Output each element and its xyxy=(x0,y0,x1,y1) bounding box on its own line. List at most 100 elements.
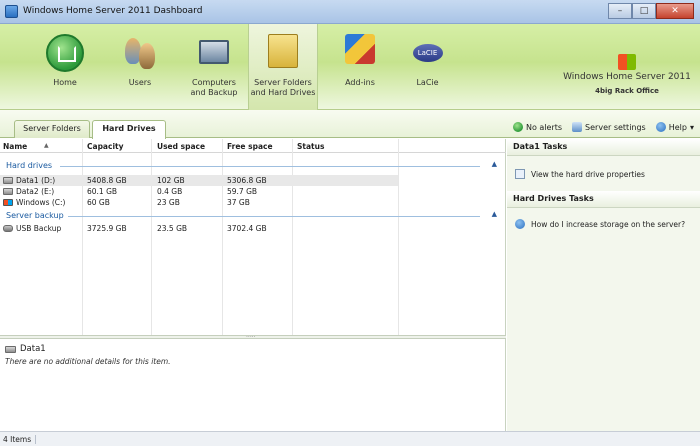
nav-home[interactable]: Home xyxy=(30,24,100,110)
home-icon xyxy=(46,34,84,72)
row-name: Data2 (E:) xyxy=(16,187,55,196)
nav-lacie[interactable]: LaCIE LaCie xyxy=(395,24,460,110)
table-row[interactable]: Data1 (D:) 5408.8 GB 102 GB 5306.8 GB xyxy=(0,175,398,186)
table-row[interactable]: Windows (C:) 60 GB 23 GB 37 GB xyxy=(0,197,398,208)
hard-drive-icon xyxy=(3,177,13,184)
nav-server-folders-hard-drives[interactable]: Server Folders and Hard Drives xyxy=(248,24,318,110)
row-capacity: 60.1 GB xyxy=(87,187,118,196)
column-free-space[interactable]: Free space xyxy=(227,142,273,151)
check-icon xyxy=(512,122,523,132)
details-message: There are no additional details for this… xyxy=(5,357,171,366)
row-name: Data1 (D:) xyxy=(16,176,56,185)
column-name[interactable]: Name xyxy=(3,142,27,151)
row-capacity: 60 GB xyxy=(87,198,110,207)
status-bar: 4 Items xyxy=(0,431,700,446)
nav-users-label: Users xyxy=(128,78,152,87)
folders-icon xyxy=(268,34,298,68)
help-icon xyxy=(655,122,666,132)
tab-server-folders[interactable]: Server Folders xyxy=(14,120,90,138)
row-name: Windows (C:) xyxy=(16,198,66,207)
table-row[interactable]: Data2 (E:) 60.1 GB 0.4 GB 59.7 GB xyxy=(0,186,398,197)
details-pane: Data1 There are no additional details fo… xyxy=(0,339,506,431)
row-capacity: 5408.8 GB xyxy=(87,176,127,185)
launchpad-nav: Home Users Computers and Backup Server F… xyxy=(0,24,700,110)
item-count: 4 Items xyxy=(3,435,37,444)
minimize-button[interactable]: – xyxy=(608,3,632,19)
table-row[interactable]: USB Backup 3725.9 GB 23.5 GB 3702.4 GB xyxy=(0,223,398,234)
task-increase-storage-label: How do I increase storage on the server? xyxy=(531,219,686,229)
row-used-space: 102 GB xyxy=(157,176,185,185)
help-icon xyxy=(515,219,525,229)
alerts-label: No alerts xyxy=(525,122,563,132)
nav-addins-label: Add-ins xyxy=(345,78,375,87)
group-header-hard-drives[interactable]: Hard drives xyxy=(6,161,52,170)
alerts-link[interactable]: No alerts xyxy=(512,122,563,132)
window-controls: – □ ✕ xyxy=(608,3,694,19)
column-divider xyxy=(151,139,152,335)
computer-icon xyxy=(199,40,229,64)
global-tasks-header: Hard Drives Tasks xyxy=(507,191,700,208)
help-label: Help xyxy=(668,122,687,132)
brand-subtitle: 4big Rack Office xyxy=(595,87,659,95)
tab-row: Server Folders Hard Drives No alerts Ser… xyxy=(0,110,700,139)
window-title-bar: Windows Home Server 2011 Dashboard – □ ✕ xyxy=(0,0,700,24)
column-used-space[interactable]: Used space xyxy=(157,142,205,151)
maximize-button[interactable]: □ xyxy=(632,3,656,19)
collapse-group-icon[interactable]: ▲ xyxy=(492,210,497,218)
column-header-row: Name ▲ Capacity Used space Free space St… xyxy=(0,139,506,153)
task-view-properties[interactable]: View the hard drive properties xyxy=(515,169,645,179)
tab-hard-drives-label: Hard Drives xyxy=(102,124,156,133)
item-tasks-header: Data1 Tasks xyxy=(507,139,700,156)
settings-icon xyxy=(572,122,583,132)
row-free-space: 5306.8 GB xyxy=(227,176,267,185)
column-divider xyxy=(292,139,293,335)
toolbar-links: No alerts Server settings Help ▾ xyxy=(503,122,694,132)
usb-drive-icon xyxy=(3,225,13,232)
nav-lacie-label: LaCie xyxy=(416,78,439,87)
nav-users[interactable]: Users xyxy=(105,24,175,110)
server-settings-link[interactable]: Server settings xyxy=(572,122,646,132)
column-divider xyxy=(222,139,223,335)
windows-drive-icon xyxy=(3,199,13,206)
group-divider xyxy=(68,216,480,217)
dashboard-app-icon xyxy=(5,5,18,18)
sort-ascending-icon: ▲ xyxy=(44,142,49,149)
brand-block: Windows Home Server 2011 4big Rack Offic… xyxy=(562,54,692,95)
brand-name: Windows Home Server 2011 xyxy=(563,72,691,82)
nav-add-ins[interactable]: Add-ins xyxy=(325,24,395,110)
task-increase-storage[interactable]: How do I increase storage on the server? xyxy=(515,219,685,229)
server-settings-label: Server settings xyxy=(585,122,646,132)
details-title: Data1 xyxy=(20,344,46,354)
row-capacity: 3725.9 GB xyxy=(87,224,127,233)
window-title: Windows Home Server 2011 Dashboard xyxy=(23,6,203,16)
tasks-pane: Data1 Tasks View the hard drive properti… xyxy=(507,139,700,431)
column-status[interactable]: Status xyxy=(297,142,324,151)
nav-folders-label: Server Folders and Hard Drives xyxy=(250,78,316,97)
collapse-group-icon[interactable]: ▲ xyxy=(492,160,497,168)
tab-server-folders-label: Server Folders xyxy=(23,124,81,133)
windows-logo-icon xyxy=(618,54,636,70)
group-divider xyxy=(60,166,480,167)
column-capacity[interactable]: Capacity xyxy=(87,142,124,151)
hard-drives-list: Name ▲ Capacity Used space Free space St… xyxy=(0,139,506,335)
row-name: USB Backup xyxy=(16,224,62,233)
addins-icon xyxy=(345,34,375,64)
row-free-space: 59.7 GB xyxy=(227,187,258,196)
chevron-down-icon: ▾ xyxy=(689,122,694,132)
row-free-space: 37 GB xyxy=(227,198,250,207)
nav-computers-label: Computers and Backup xyxy=(190,78,238,97)
close-button[interactable]: ✕ xyxy=(656,3,694,19)
nav-home-label: Home xyxy=(53,78,77,87)
row-used-space: 23.5 GB xyxy=(157,224,188,233)
help-link[interactable]: Help ▾ xyxy=(655,122,694,132)
row-used-space: 23 GB xyxy=(157,198,180,207)
row-free-space: 3702.4 GB xyxy=(227,224,267,233)
column-divider xyxy=(82,139,83,335)
lacie-icon: LaCIE xyxy=(412,44,443,62)
column-divider xyxy=(398,139,399,335)
row-used-space: 0.4 GB xyxy=(157,187,183,196)
hard-drive-icon xyxy=(3,188,13,195)
nav-computers-backup[interactable]: Computers and Backup xyxy=(178,24,250,110)
group-header-server-backup[interactable]: Server backup xyxy=(6,211,64,220)
tab-hard-drives[interactable]: Hard Drives xyxy=(92,120,166,139)
